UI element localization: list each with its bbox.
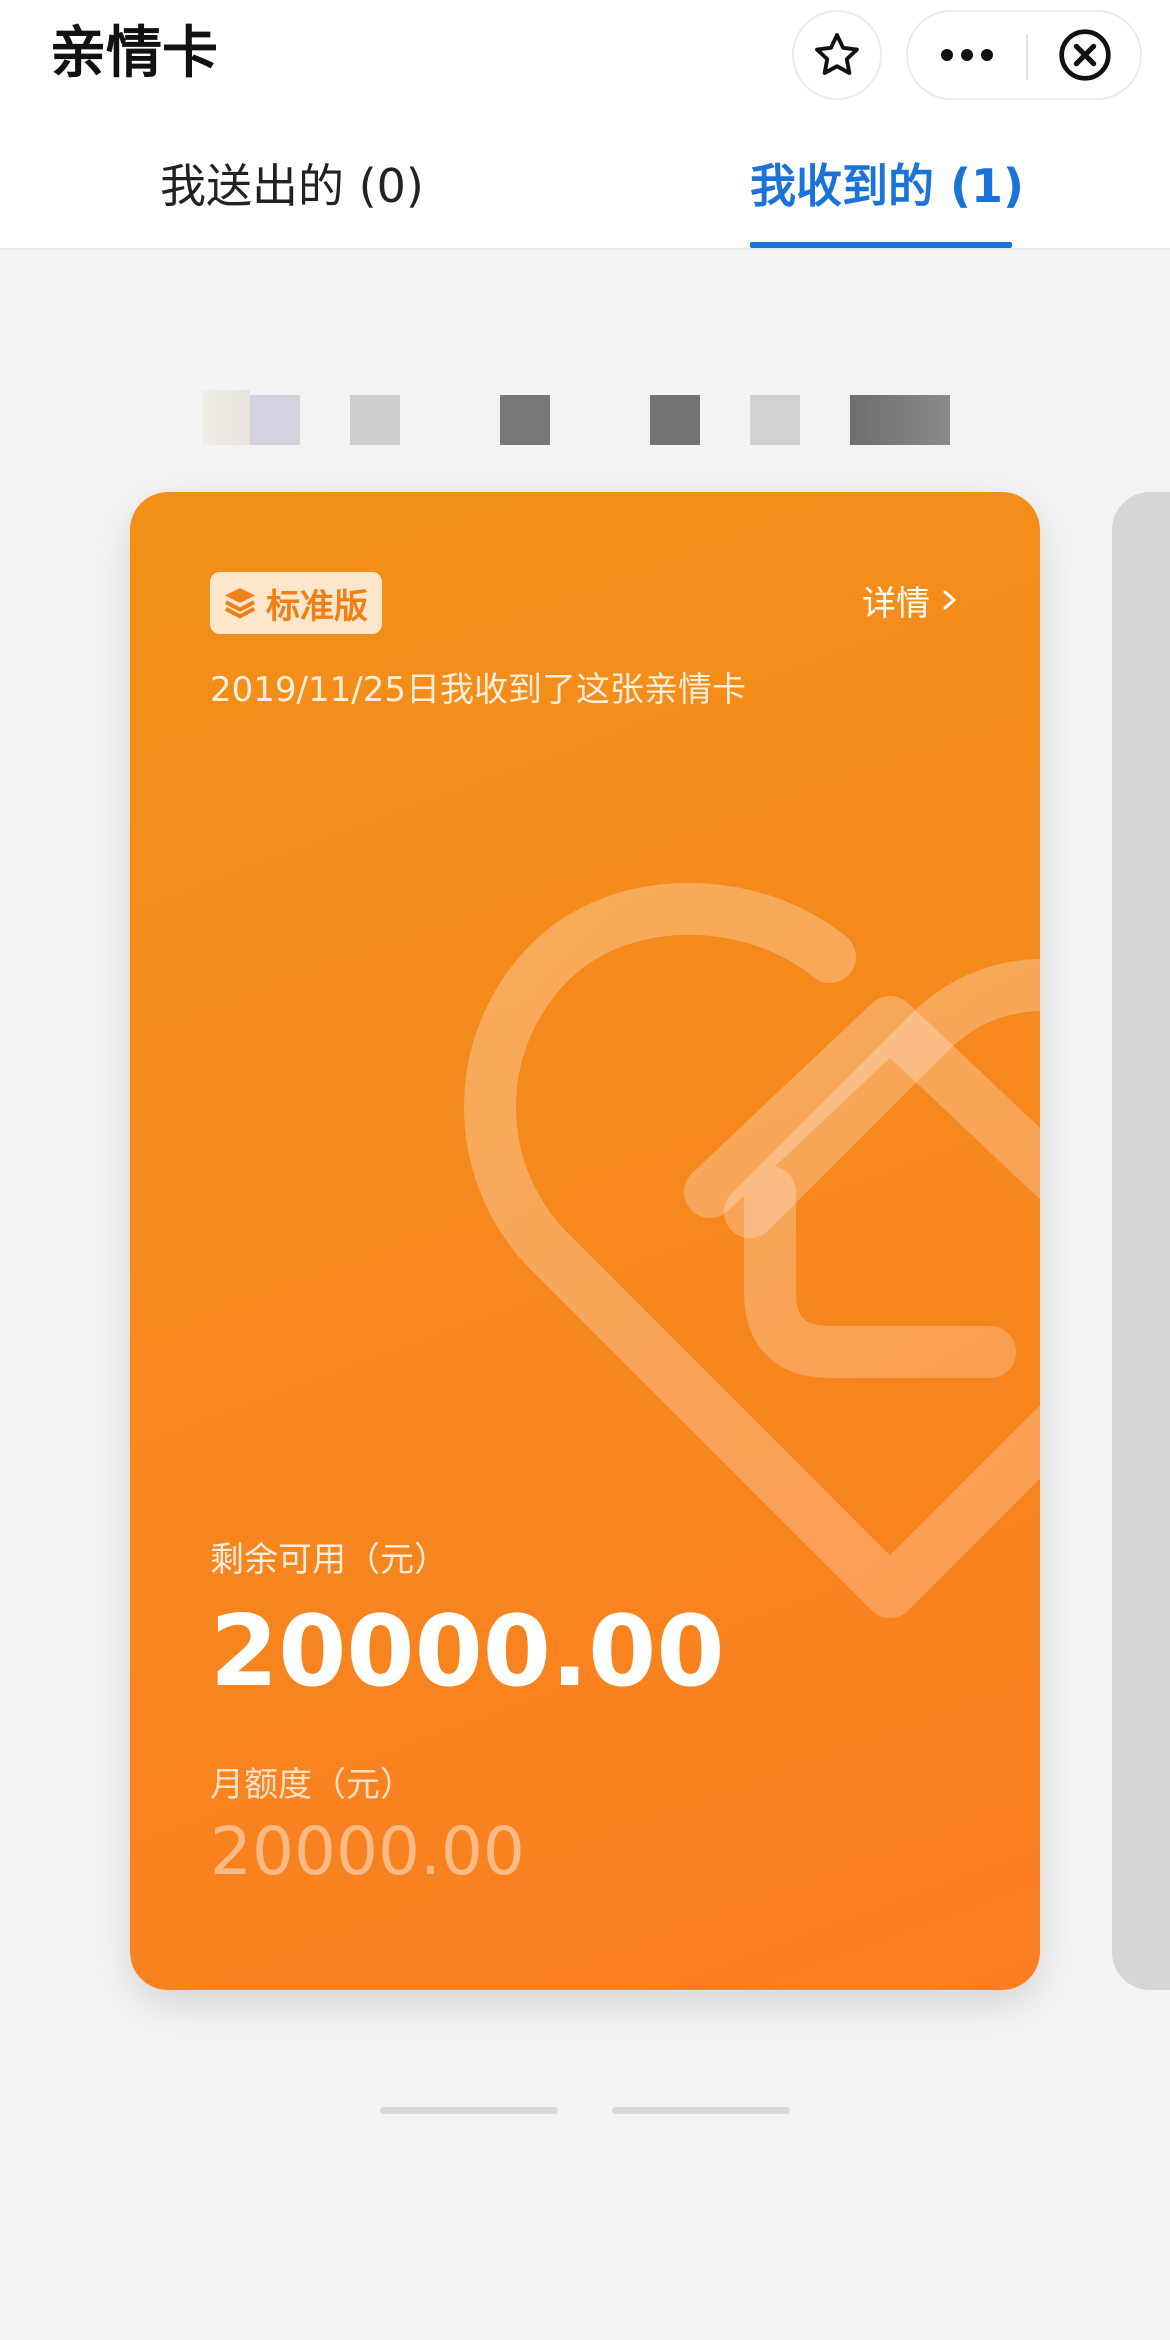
favorite-button[interactable] bbox=[792, 10, 882, 100]
avatar[interactable] bbox=[650, 395, 700, 445]
avatar[interactable] bbox=[350, 395, 400, 445]
page-title: 亲情卡 bbox=[50, 21, 218, 86]
active-tab-indicator bbox=[750, 242, 1012, 248]
family-card[interactable]: 标准版 详情 2019/11/25日我收到了这张亲情卡 剩余可用（元） 2000… bbox=[130, 492, 1040, 1990]
more-dots-icon bbox=[941, 49, 993, 61]
star-icon bbox=[815, 33, 859, 75]
avatar[interactable] bbox=[750, 395, 800, 445]
tab-received[interactable]: 我收到的 (1) bbox=[750, 150, 1024, 222]
tab-sent[interactable]: 我送出的 (0) bbox=[160, 150, 424, 222]
mini-program-capsule bbox=[906, 10, 1142, 100]
card-giver-avatars bbox=[0, 350, 1170, 460]
badge-label: 标准版 bbox=[266, 586, 368, 627]
more-button[interactable] bbox=[908, 12, 1026, 98]
remaining-label: 剩余可用（元） bbox=[210, 1540, 448, 1580]
detail-link[interactable]: 详情 bbox=[862, 570, 962, 630]
avatar[interactable] bbox=[250, 395, 300, 445]
close-button[interactable] bbox=[1028, 12, 1142, 98]
monthly-limit-amount: 20000.00 bbox=[210, 1813, 525, 1890]
avatar[interactable] bbox=[202, 390, 250, 445]
top-bar: 亲情卡 我送出的 (0) 我收到的 (1) bbox=[0, 0, 1170, 250]
chevron-right-icon bbox=[943, 590, 956, 610]
remaining-amount: 20000.00 bbox=[210, 1595, 725, 1709]
monthly-limit-label: 月额度（元） bbox=[210, 1765, 414, 1805]
standard-edition-badge: 标准版 bbox=[210, 572, 382, 634]
layers-icon bbox=[224, 588, 256, 619]
close-circle-icon bbox=[1059, 29, 1111, 81]
pager-indicator-1 bbox=[380, 2107, 558, 2114]
next-card-peek[interactable] bbox=[1112, 492, 1170, 1990]
received-date-text: 2019/11/25日我收到了这张亲情卡 bbox=[210, 670, 746, 710]
avatar[interactable] bbox=[500, 395, 550, 445]
avatar[interactable] bbox=[850, 395, 950, 445]
detail-label: 详情 bbox=[862, 583, 930, 624]
pager-indicator-2 bbox=[612, 2107, 790, 2114]
